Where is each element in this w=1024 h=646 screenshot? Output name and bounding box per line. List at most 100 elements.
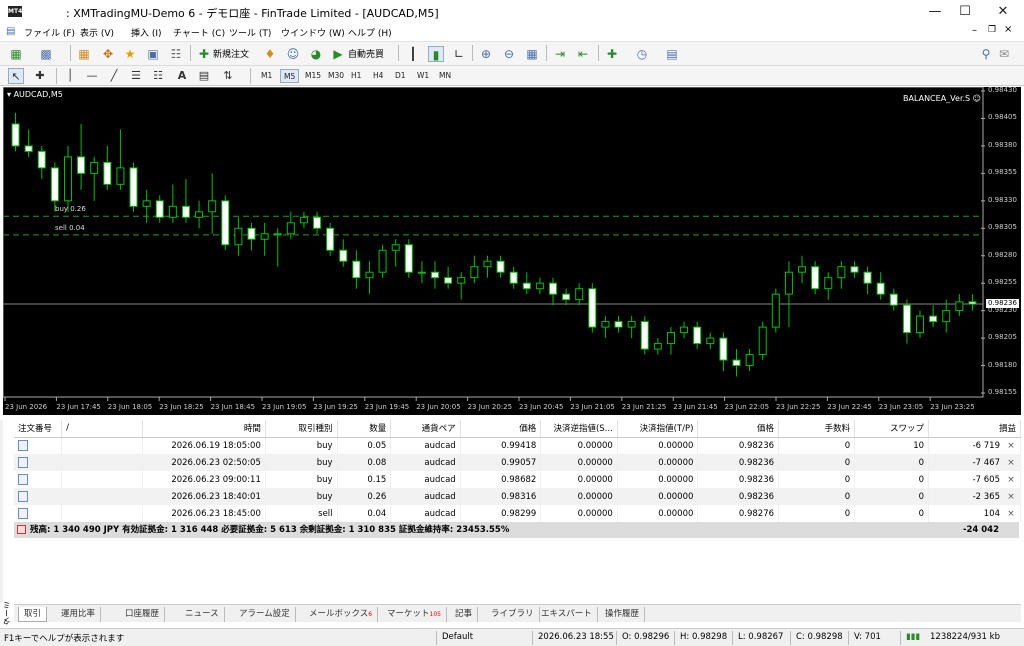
community-icon[interactable]: ☺	[285, 46, 301, 62]
vertical-line-icon[interactable]: │	[62, 68, 78, 84]
terminal-tab[interactable]: 取引	[18, 607, 48, 622]
search-icon[interactable]: ⚲	[978, 46, 994, 62]
close-order-icon[interactable]: ×	[1006, 458, 1016, 468]
column-header[interactable]: 通貨ペア	[390, 420, 461, 438]
table-row[interactable]: 2026.06.23 18:45:00 sell 0.04 audcad 0.98299…	[14, 505, 1021, 522]
table-row[interactable]: 2026.06.23 09:00:11 buy 0.15 audcad 0.98682 0…	[14, 471, 1021, 488]
chat-icon[interactable]: ✉	[996, 46, 1012, 62]
child-close-button[interactable]: ×	[1004, 24, 1012, 35]
column-header[interactable]: 時間	[142, 420, 266, 438]
label-icon[interactable]: ▤	[196, 68, 212, 84]
menu-help[interactable]: ヘルプ (H)	[348, 26, 392, 39]
indicators-icon[interactable]: ✚	[604, 46, 620, 62]
child-minimize-button[interactable]: –	[972, 25, 977, 36]
terminal-tab[interactable]: アラーム設定	[234, 607, 296, 622]
terminal-tab[interactable]: メールボックス6	[304, 607, 379, 622]
table-row[interactable]: 2026.06.23 18:40:01 buy 0.26 audcad 0.98316 0…	[14, 488, 1021, 505]
new-order-icon[interactable]: ✚	[196, 46, 212, 62]
timeframe-h4[interactable]: H4	[370, 69, 386, 83]
price-chart[interactable]: ▾ AUDCAD,M5 BALANCEA_Ver.S ☺ 0.98430 0.98…	[3, 86, 1021, 415]
child-restore-button[interactable]: ❐	[988, 25, 996, 35]
close-button[interactable]: ✕	[988, 0, 1018, 24]
column-header[interactable]: 注文番号	[14, 420, 63, 438]
text-tool-icon[interactable]: A	[174, 68, 190, 84]
timeframe-m30[interactable]: M30	[325, 69, 347, 83]
column-header[interactable]: 決済指値(T/P)	[617, 420, 699, 438]
terminal-tab[interactable]: 運用比率	[56, 607, 102, 622]
new-order-button[interactable]: 新規注文	[213, 47, 249, 60]
table-cell: 0	[854, 454, 930, 471]
line-chart-icon[interactable]: ∟	[451, 46, 467, 62]
column-header[interactable]: 損益	[928, 420, 1021, 438]
menu-chart[interactable]: チャート (C)	[173, 26, 225, 39]
menu-view[interactable]: 表示 (V)	[80, 26, 114, 39]
column-header[interactable]: 価格	[697, 420, 780, 438]
cursor-icon[interactable]: ↖	[8, 68, 24, 84]
terminal-tab[interactable]: エキスパート	[536, 607, 598, 622]
minimize-button[interactable]: —	[920, 0, 950, 24]
close-order-icon[interactable]: ×	[1006, 509, 1016, 519]
timeframe-m15[interactable]: M15	[302, 69, 324, 83]
timeframe-w1[interactable]: W1	[414, 69, 432, 83]
profiles-icon[interactable]: ▩	[38, 46, 54, 62]
column-header[interactable]: 取引種別	[265, 420, 338, 438]
terminal-icon[interactable]: ▣	[145, 46, 161, 62]
maximize-button[interactable]: ☐	[950, 0, 980, 24]
signals-icon[interactable]: ◕	[308, 46, 324, 62]
menu-file[interactable]: ファイル (F)	[24, 26, 75, 39]
terminal-panel: 注文番号 / 時間 取引種別 数量 通貨ペア 価格 決済逆指値(S... 決済指値(T/P) 価格…	[3, 420, 1021, 602]
timeframe-mn[interactable]: MN	[436, 69, 454, 83]
column-header[interactable]: スワップ	[854, 420, 930, 438]
timeframe-d1[interactable]: D1	[392, 69, 409, 83]
column-header[interactable]: 価格	[460, 420, 542, 438]
timeframe-h1[interactable]: H1	[348, 69, 364, 83]
table-row[interactable]: 2026.06.19 18:05:00 buy 0.05 audcad 0.99418 0…	[14, 437, 1021, 454]
column-header[interactable]: 数量	[337, 420, 392, 438]
periods-icon[interactable]: ◷	[634, 46, 650, 62]
channel-icon[interactable]: ☰	[128, 68, 144, 84]
auto-trade-icon[interactable]: ▶	[330, 46, 346, 62]
menu-tools[interactable]: ツール (T)	[229, 26, 271, 39]
close-order-icon[interactable]: ×	[1006, 492, 1016, 502]
close-order-icon[interactable]: ×	[1006, 475, 1016, 485]
terminal-tab[interactable]: ライブラリ	[486, 607, 540, 622]
document-icon[interactable]: ▤	[6, 26, 15, 37]
zoom-in-icon[interactable]: ⊕	[478, 46, 494, 62]
table-row[interactable]: 2026.06.23 02:50:05 buy 0.08 audcad 0.99057 0…	[14, 454, 1021, 471]
menu-insert[interactable]: 挿入 (I)	[131, 26, 162, 39]
navigator-icon[interactable]: ★	[122, 46, 138, 62]
horizontal-line-icon[interactable]: —	[84, 68, 100, 84]
chart-canvas[interactable]	[3, 87, 1021, 415]
terminal-tab[interactable]: マーケット105	[382, 607, 447, 622]
column-header[interactable]: 決済逆指値(S...	[540, 420, 618, 438]
market-watch-icon[interactable]: ▦	[76, 46, 92, 62]
menu-window[interactable]: ウインドウ (W)	[281, 26, 345, 39]
tile-windows-icon[interactable]: ▦	[524, 46, 540, 62]
time-tick-label: 23 Jun 18:05	[107, 403, 153, 411]
strategy-tester-icon[interactable]: ☷	[168, 46, 184, 62]
metaeditor-icon[interactable]: ♦	[262, 46, 278, 62]
arrows-icon[interactable]: ⇅	[220, 68, 236, 84]
new-chart-icon[interactable]: ▦	[8, 46, 24, 62]
timeframe-m5[interactable]: M5	[280, 69, 300, 83]
auto-scroll-icon[interactable]: ⇥	[552, 46, 568, 62]
candlestick-icon[interactable]: ▮	[428, 46, 444, 62]
tab-label: 運用比率	[61, 609, 96, 619]
column-header[interactable]: /	[61, 420, 143, 438]
fibonacci-icon[interactable]: ☷	[150, 68, 166, 84]
terminal-tab[interactable]: 記事	[450, 607, 479, 622]
auto-trade-button[interactable]: 自動売買	[348, 47, 384, 60]
close-order-icon[interactable]: ×	[1006, 441, 1016, 451]
bar-chart-icon[interactable]: ┃	[405, 46, 421, 62]
terminal-tab[interactable]: 口座履歴	[120, 607, 166, 622]
trendline-icon[interactable]: ╱	[106, 68, 122, 84]
terminal-tab[interactable]: 操作履歴	[600, 607, 646, 622]
chart-shift-icon[interactable]: ⇤	[575, 46, 591, 62]
timeframe-m1[interactable]: M1	[258, 69, 275, 83]
column-header[interactable]: 手数料	[778, 420, 856, 438]
terminal-tab[interactable]: ニュース	[180, 607, 225, 622]
data-window-icon[interactable]: ✥	[100, 46, 116, 62]
templates-icon[interactable]: ▤	[664, 46, 680, 62]
zoom-out-icon[interactable]: ⊖	[501, 46, 517, 62]
crosshair-icon[interactable]: ✚	[32, 68, 48, 84]
